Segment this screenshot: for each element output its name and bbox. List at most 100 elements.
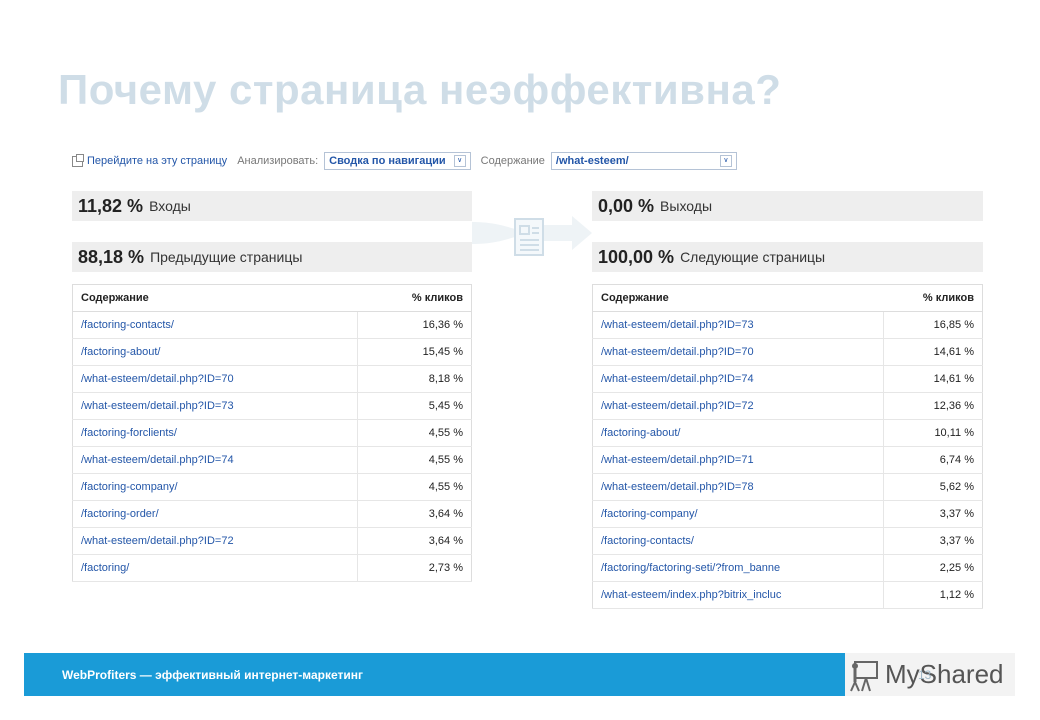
chevron-down-icon: ∨ [453,155,466,167]
page-link[interactable]: /what-esteem/detail.php?ID=74 [592,365,884,393]
column-header-clicks[interactable]: % кликов [357,284,472,312]
analyze-select[interactable]: Сводка по навигации ∨ [324,152,471,170]
footer-text: WebProfiters — эффективный интернет-марк… [62,668,364,682]
page-link[interactable]: /factoring-contacts/ [592,527,884,555]
table-row: /what-esteem/detail.php?ID=73 16,85 % [592,311,983,339]
page-link[interactable]: /what-esteem/detail.php?ID=72 [592,392,884,420]
clicks-percent: 4,55 % [357,446,472,474]
entrances-metric: 11,82 % Входы [72,191,472,221]
page-link[interactable]: /factoring-company/ [592,500,884,528]
page-link[interactable]: /factoring/factoring-seti/?from_banne [592,554,884,582]
next-pages-value: 100,00 % [598,246,675,267]
previous-pages-table: Содержание % кликов /factoring-contacts/… [72,284,472,582]
table-row: /factoring-about/15,45 % [72,338,472,366]
page-number: 13 [918,668,932,682]
table-row: /factoring-order/3,64 % [72,500,472,528]
table-row: /what-esteem/detail.php?ID=74 4,55 % [72,446,472,474]
clicks-percent: 4,55 % [357,419,472,447]
page-link[interactable]: /factoring-order/ [72,500,358,528]
analyze-select-value: Сводка по навигации [329,155,446,167]
exits-value: 0,00 % [598,195,655,216]
logo-text: MyShared [885,659,1004,689]
table-row: /what-esteem/detail.php?ID=71 6,74 % [592,446,983,474]
exits-label: Выходы [660,198,712,214]
clicks-percent: 16,36 % [357,311,472,339]
page-link[interactable]: /factoring-contacts/ [72,311,358,339]
page-link[interactable]: /factoring-about/ [592,419,884,447]
table-row: /what-esteem/detail.php?ID=72 12,36 % [592,392,983,420]
page-link[interactable]: /what-esteem/detail.php?ID=78 [592,473,884,501]
goto-page-label: Перейдите на эту страницу [87,155,228,167]
page-link[interactable]: /what-esteem/detail.php?ID=73 [72,392,358,420]
page-link[interactable]: /what-esteem/detail.php?ID=72 [72,527,358,555]
table-row: /factoring-company/4,55 % [72,473,472,501]
clicks-percent: 1,12 % [882,581,983,609]
chevron-down-icon: ∨ [719,155,732,167]
clicks-percent: 2,73 % [357,554,472,582]
clicks-percent: 4,55 % [357,473,472,501]
table-row: /factoring-about/10,11 % [592,419,983,447]
presenter-icon [850,660,878,691]
page-link[interactable]: /what-esteem/detail.php?ID=70 [72,365,358,393]
table-row: /factoring/2,73 % [72,554,472,582]
page-link[interactable]: /what-esteem/detail.php?ID=74 [72,446,358,474]
table-row: /what-esteem/detail.php?ID=78 5,62 % [592,473,983,501]
table-header-row: Содержание % кликов [72,284,472,312]
clicks-percent: 10,11 % [882,419,983,447]
page-link[interactable]: /factoring-about/ [72,338,358,366]
external-link-icon [72,153,84,167]
table-body: /factoring-contacts/16,36 %/factoring-ab… [72,311,472,582]
table-row: /what-esteem/detail.php?ID=74 14,61 % [592,365,983,393]
clicks-percent: 3,37 % [882,500,983,528]
content-select-value: /what-esteem/ [555,155,629,167]
table-header-row: Содержание % кликов [592,284,983,312]
clicks-percent: 5,62 % [882,473,983,501]
clicks-percent: 14,61 % [882,365,983,393]
analyze-label: Анализировать: [237,155,319,167]
clicks-percent: 3,37 % [882,527,983,555]
clicks-percent: 15,45 % [357,338,472,366]
page-link[interactable]: /what-esteem/detail.php?ID=70 [592,338,884,366]
previous-pages-label: Предыдущие страницы [150,249,303,265]
clicks-percent: 3,64 % [357,527,472,555]
table-row: /factoring-contacts/16,36 % [72,311,472,339]
table-row: /factoring-forclients/4,55 % [72,419,472,447]
clicks-percent: 6,74 % [882,446,983,474]
column-header-content[interactable]: Содержание [72,284,358,312]
table-row: /what-esteem/index.php?bitrix_incluc 1,12… [592,581,983,609]
content-select[interactable]: /what-esteem/ ∨ [550,152,737,170]
next-pages-metric: 100,00 % Следующие страницы [592,242,983,272]
document-icon [514,218,544,256]
previous-pages-metric: 88,18 % Предыдущие страницы [72,242,472,272]
goto-page-link[interactable]: Перейдите на эту страницу [72,153,228,167]
table-row: /what-esteem/detail.php?ID=73 5,45 % [72,392,472,420]
page-link[interactable]: /factoring-company/ [72,473,358,501]
entrances-value: 11,82 % [78,195,144,216]
page-link[interactable]: /what-esteem/index.php?bitrix_incluc [592,581,884,609]
table-row: /factoring/factoring-seti/?from_banne 2,2… [592,554,983,582]
toolbar: Перейдите на эту страницу Анализировать:… [72,151,737,171]
column-header-content[interactable]: Содержание [592,284,884,312]
clicks-percent: 3,64 % [357,500,472,528]
clicks-percent: 14,61 % [882,338,983,366]
clicks-percent: 12,36 % [882,392,983,420]
page-link[interactable]: /factoring-forclients/ [72,419,358,447]
page-title: Почему страница неэффективна? [58,66,782,113]
clicks-percent: 2,25 % [882,554,983,582]
entrances-label: Входы [149,198,191,214]
column-header-clicks[interactable]: % кликов [883,284,983,312]
page-link[interactable]: /what-esteem/detail.php?ID=73 [592,311,884,339]
next-pages-label: Следующие страницы [680,249,826,265]
table-body: /what-esteem/detail.php?ID=73 16,85 %/wha… [592,311,983,609]
page-link[interactable]: /what-esteem/detail.php?ID=71 [592,446,884,474]
table-row: /what-esteem/detail.php?ID=70 8,18 % [72,365,472,393]
footer-bar: WebProfiters — эффективный интернет-марк… [24,653,867,696]
previous-pages-value: 88,18 % [78,246,145,267]
next-pages-table: Содержание % кликов /what-esteem/detail.… [592,284,983,609]
page-link[interactable]: /factoring/ [72,554,358,582]
table-row: /what-esteem/detail.php?ID=72 3,64 % [72,527,472,555]
content-label: Содержание [480,155,545,167]
table-row: /factoring-contacts/3,37 % [592,527,983,555]
exits-metric: 0,00 % Выходы [592,191,983,221]
clicks-percent: 8,18 % [357,365,472,393]
